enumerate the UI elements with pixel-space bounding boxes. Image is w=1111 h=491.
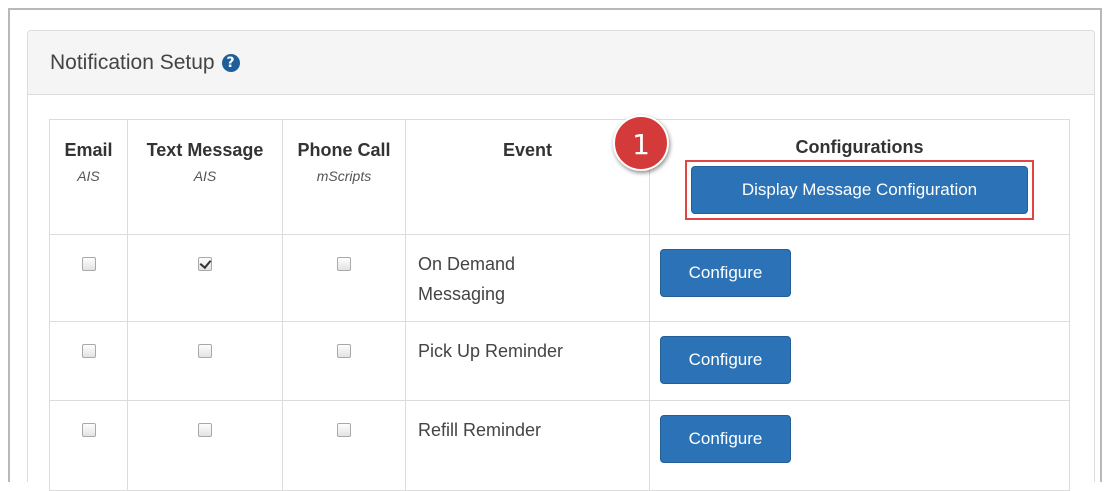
text-checkbox[interactable] xyxy=(198,423,212,437)
email-checkbox[interactable] xyxy=(81,344,96,358)
event-cell: On Demand Messaging xyxy=(405,234,650,322)
configure-cell: Configure xyxy=(649,234,1070,322)
text-header-provider: AIS xyxy=(193,168,217,184)
step-number-badge: 1 xyxy=(613,115,669,171)
phone-checkbox[interactable] xyxy=(337,257,351,271)
table-row: Refill Reminder Configure xyxy=(49,400,1070,491)
column-header-phone-call: Phone Call mScripts xyxy=(282,119,406,235)
email-cell xyxy=(49,321,128,401)
configure-button[interactable]: Configure xyxy=(660,249,791,297)
phone-header-provider: mScripts xyxy=(316,168,372,184)
panel-heading: Notification Setup ? xyxy=(28,31,1094,95)
event-header-label: Event xyxy=(502,140,553,160)
phone-cell xyxy=(282,234,406,322)
phone-cell xyxy=(282,321,406,401)
text-checkbox[interactable] xyxy=(198,257,212,271)
table-row: Pick Up Reminder Configure xyxy=(49,321,1070,401)
table-row: On Demand Messaging Configure xyxy=(49,234,1070,322)
highlight-box: Display Message Configuration xyxy=(685,160,1034,220)
configure-button[interactable]: Configure xyxy=(660,336,791,384)
configurations-header-label: Configurations xyxy=(795,137,924,157)
configure-cell: Configure xyxy=(649,321,1070,401)
phone-header-label: Phone Call xyxy=(297,140,391,160)
event-cell: Pick Up Reminder xyxy=(405,321,650,401)
email-header-provider: AIS xyxy=(77,168,100,184)
phone-checkbox[interactable] xyxy=(337,344,351,358)
column-header-configurations: Configurations Display Message Configura… xyxy=(649,119,1070,235)
text-cell xyxy=(127,234,283,322)
text-header-label: Text Message xyxy=(146,140,264,160)
configure-cell: Configure xyxy=(649,400,1070,491)
help-icon[interactable]: ? xyxy=(221,53,240,72)
email-checkbox[interactable] xyxy=(81,257,96,271)
table-header-row: Email AIS Text Message AIS Phone Call mS… xyxy=(49,119,1070,235)
configure-button[interactable]: Configure xyxy=(660,415,791,463)
phone-checkbox[interactable] xyxy=(337,423,351,437)
email-cell xyxy=(49,234,128,322)
display-message-configuration-button[interactable]: Display Message Configuration xyxy=(691,166,1028,214)
email-cell xyxy=(49,400,128,491)
text-checkbox[interactable] xyxy=(198,344,212,358)
phone-cell xyxy=(282,400,406,491)
column-header-email: Email AIS xyxy=(49,119,128,235)
email-header-label: Email xyxy=(64,140,113,160)
text-cell xyxy=(127,321,283,401)
column-header-text-message: Text Message AIS xyxy=(127,119,283,235)
text-cell xyxy=(127,400,283,491)
event-cell: Refill Reminder xyxy=(405,400,650,491)
notification-table: Email AIS Text Message AIS Phone Call mS… xyxy=(49,119,1070,491)
panel-title: Notification Setup xyxy=(50,50,215,74)
email-checkbox[interactable] xyxy=(81,423,96,437)
